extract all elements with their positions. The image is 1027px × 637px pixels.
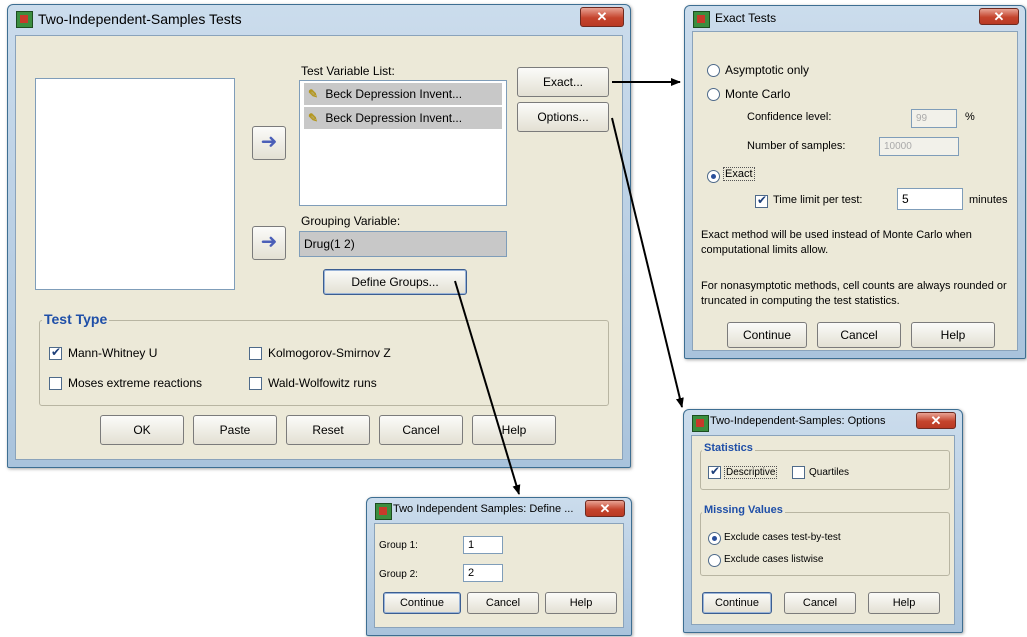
app-icon (692, 415, 709, 432)
dialog-body: Test Variable List: ✎ Beck Depression In… (15, 35, 623, 460)
time-limit-field[interactable]: 5 (897, 188, 963, 210)
number-of-samples-field[interactable]: 10000 (879, 137, 959, 156)
test-type-title: Test Type (42, 311, 110, 327)
variable-name: Beck Depression Invent... (325, 87, 463, 101)
test-type-group (39, 320, 609, 406)
cancel-button[interactable]: Cancel (467, 592, 539, 614)
kolmogorov-smirnov-label: Kolmogorov-Smirnov Z (268, 346, 391, 360)
group2-field[interactable]: 2 (463, 564, 503, 582)
continue-button[interactable]: Continue (727, 322, 807, 348)
group1-field[interactable]: 1 (463, 536, 503, 554)
list-item[interactable]: ✎ Beck Depression Invent... (304, 107, 502, 129)
move-to-test-list-button[interactable]: ➜ (252, 126, 286, 160)
app-icon (693, 11, 710, 28)
app-icon (375, 503, 392, 520)
dialog-body: Statistics Descriptive Quartiles Missing… (691, 435, 955, 625)
title-bar[interactable]: Two-Independent-Samples Tests ✕ (8, 5, 630, 33)
dialog-title: Two Independent Samples: Define ... (393, 503, 574, 515)
missing-values-title: Missing Values (702, 504, 785, 516)
test-variable-list[interactable]: ✎ Beck Depression Invent... ✎ Beck Depre… (299, 80, 507, 206)
quartiles-label: Quartiles (809, 467, 850, 478)
close-icon[interactable]: ✕ (979, 8, 1019, 25)
dialog-title: Exact Tests (715, 11, 777, 25)
close-icon[interactable]: ✕ (916, 412, 956, 429)
descriptive-checkbox[interactable] (708, 464, 721, 479)
exact-tests-dialog: Exact Tests ✕ Asymptotic only Monte Carl… (684, 5, 1026, 359)
group2-label: Group 2: (379, 569, 418, 580)
source-variable-list[interactable] (35, 78, 235, 290)
help-button[interactable]: Help (545, 592, 617, 614)
title-bar[interactable]: Two Independent Samples: Define ... ✕ (367, 498, 631, 522)
title-bar[interactable]: Two-Independent-Samples: Options ✕ (684, 410, 962, 434)
moses-checkbox[interactable] (49, 377, 62, 390)
statistics-title: Statistics (702, 442, 755, 454)
exact-label: Exact (723, 167, 755, 181)
paste-button[interactable]: Paste (193, 415, 277, 445)
kolmogorov-smirnov-checkbox[interactable] (249, 347, 262, 360)
moses-label: Moses extreme reactions (68, 376, 203, 390)
variable-name: Beck Depression Invent... (325, 111, 463, 125)
missing-values-group (700, 512, 950, 576)
exact-button[interactable]: Exact... (517, 67, 609, 97)
minutes-label: minutes (969, 194, 1008, 206)
define-groups-button[interactable]: Define Groups... (323, 269, 467, 295)
cancel-button[interactable]: Cancel (379, 415, 463, 445)
exact-method-note: Exact method will be used instead of Mon… (701, 229, 972, 256)
percent-label: % (965, 111, 975, 123)
list-item[interactable]: ✎ Beck Depression Invent... (304, 83, 502, 105)
quartiles-checkbox[interactable] (792, 466, 805, 479)
close-icon[interactable]: ✕ (585, 500, 625, 517)
number-of-samples-label: Number of samples: (747, 140, 846, 152)
confidence-level-field[interactable]: 99 (911, 109, 957, 128)
mann-whitney-checkbox[interactable] (49, 345, 62, 360)
group1-label: Group 1: (379, 540, 418, 551)
cancel-button[interactable]: Cancel (817, 322, 901, 348)
continue-button[interactable]: Continue (383, 592, 461, 614)
wald-wolfowitz-label: Wald-Wolfowitz runs (268, 376, 377, 390)
grouping-variable-field[interactable]: Drug(1 2) (299, 231, 507, 257)
two-independent-samples-dialog: Two-Independent-Samples Tests ✕ Test Var… (7, 4, 631, 468)
dialog-body: Asymptotic only Monte Carlo Confidence l… (692, 31, 1018, 351)
test-variable-list-label: Test Variable List: (301, 64, 395, 78)
wald-wolfowitz-checkbox[interactable] (249, 377, 262, 390)
ruler-icon: ✎ (307, 87, 319, 101)
move-to-grouping-button[interactable]: ➜ (252, 226, 286, 260)
close-icon[interactable]: ✕ (580, 7, 624, 27)
arrow-left-icon: ➜ (260, 231, 278, 253)
grouping-variable-label: Grouping Variable: (301, 214, 401, 228)
help-button[interactable]: Help (911, 322, 995, 348)
exclude-test-by-test-label: Exclude cases test-by-test (724, 532, 841, 543)
exclude-listwise-radio[interactable] (708, 554, 721, 567)
time-limit-checkbox[interactable] (755, 193, 768, 208)
options-dialog: Two-Independent-Samples: Options ✕ Stati… (683, 409, 963, 633)
options-button[interactable]: Options... (517, 102, 609, 132)
dialog-title: Two-Independent-Samples: Options (710, 415, 886, 427)
app-icon (16, 11, 33, 28)
arrow-left-icon: ➜ (260, 131, 278, 153)
time-limit-label: Time limit per test: (773, 194, 863, 206)
dialog-title: Two-Independent-Samples Tests (38, 11, 242, 27)
define-groups-dialog: Two Independent Samples: Define ... ✕ Gr… (366, 497, 632, 636)
mann-whitney-label: Mann-Whitney U (68, 346, 158, 360)
nonasymptotic-note: For nonasymptotic methods, cell counts a… (701, 280, 1007, 307)
help-button[interactable]: Help (472, 415, 556, 445)
exact-radio[interactable] (707, 170, 720, 183)
dialog-body: Group 1: 1 Group 2: 2 Continue Cancel He… (374, 523, 624, 628)
ok-button[interactable]: OK (100, 415, 184, 445)
title-bar[interactable]: Exact Tests ✕ (685, 6, 1025, 30)
exclude-listwise-label: Exclude cases listwise (724, 554, 824, 565)
reset-button[interactable]: Reset (286, 415, 370, 445)
ruler-icon: ✎ (307, 111, 319, 125)
descriptive-label: Descriptive (724, 466, 778, 479)
monte-carlo-radio[interactable] (707, 88, 720, 101)
confidence-level-label: Confidence level: (747, 111, 832, 123)
continue-button[interactable]: Continue (702, 592, 772, 614)
monte-carlo-label: Monte Carlo (725, 87, 791, 101)
asymptotic-label: Asymptotic only (725, 63, 810, 77)
cancel-button[interactable]: Cancel (784, 592, 856, 614)
exclude-test-by-test-radio[interactable] (708, 532, 721, 545)
help-button[interactable]: Help (868, 592, 940, 614)
asymptotic-radio[interactable] (707, 64, 720, 77)
